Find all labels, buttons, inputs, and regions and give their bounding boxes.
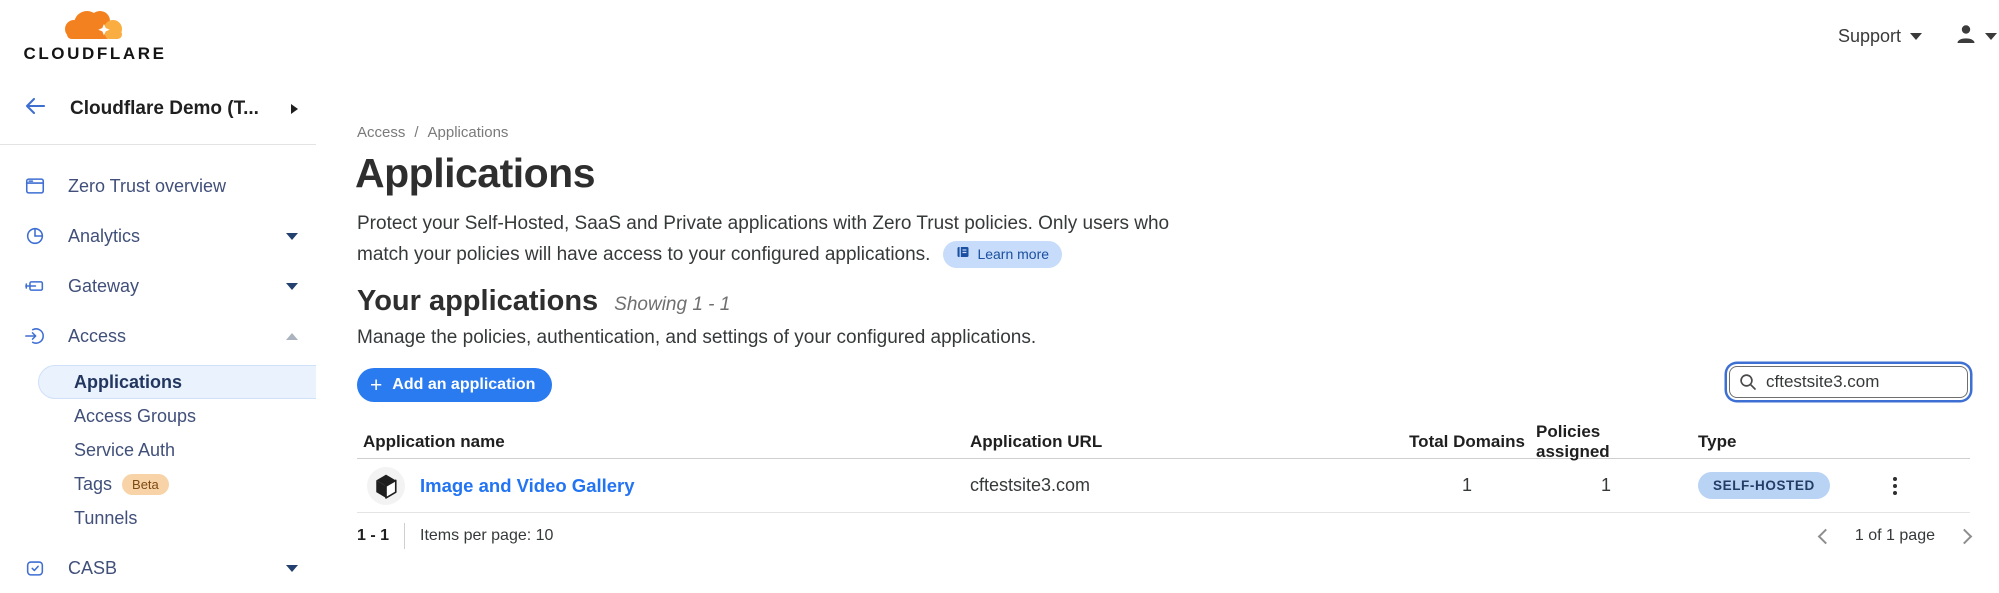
support-menu[interactable]: Support: [1838, 0, 1922, 73]
chevron-down-icon: [286, 283, 298, 290]
column-header-application-url: Application URL: [970, 425, 1102, 458]
pager: 1 of 1 page: [1820, 527, 1970, 545]
applications-table: Application name Application URL Total D…: [357, 425, 1970, 513]
sidebar-item-analytics[interactable]: Analytics: [0, 211, 316, 261]
next-page-icon[interactable]: [1957, 528, 1973, 544]
sidebar-item-applications[interactable]: Applications: [38, 365, 316, 399]
sidebar-item-service-auth[interactable]: Service Auth: [0, 433, 316, 467]
table-header-row: Application name Application URL Total D…: [357, 425, 1970, 459]
sidebar-item-tunnels[interactable]: Tunnels: [0, 501, 316, 535]
total-domains-cell: 1: [1397, 459, 1537, 512]
breadcrumb-applications[interactable]: Applications: [428, 124, 509, 141]
section-title: Your applications: [357, 285, 598, 318]
analytics-pie-icon: [24, 225, 46, 247]
subnav-item-label: Tunnels: [74, 508, 137, 529]
application-url-cell: cftestsite3.com: [970, 459, 1090, 512]
type-cell: SELF-HOSTED: [1698, 459, 1830, 512]
sidebar-item-label: Zero Trust overview: [68, 176, 316, 197]
sidebar-item-tags[interactable]: Tags Beta: [0, 467, 316, 501]
search-input[interactable]: [1729, 366, 1968, 398]
support-label: Support: [1838, 26, 1901, 47]
table-row: Image and Video Gallery cftestsite3.com …: [357, 459, 1970, 513]
breadcrumb: Access / Applications: [357, 124, 508, 141]
results-range: 1 - 1: [357, 527, 389, 545]
page-description-line2: match your policies will have access to …: [357, 239, 930, 270]
subnav-item-label: Service Auth: [74, 440, 175, 461]
cloudflare-logo[interactable]: CLOUDFLARE: [20, 7, 170, 64]
account-switcher[interactable]: Cloudflare Demo (T...: [0, 73, 316, 145]
breadcrumb-access[interactable]: Access: [357, 124, 405, 141]
account-name: Cloudflare Demo (T...: [70, 98, 268, 120]
subnav-item-label: Tags: [74, 474, 112, 495]
plus-icon: +: [370, 375, 382, 396]
column-header-total-domains: Total Domains: [1397, 425, 1537, 458]
previous-page-icon[interactable]: [1818, 528, 1834, 544]
page-indicator: 1 of 1 page: [1855, 527, 1935, 545]
learn-more-label: Learn more: [977, 239, 1049, 270]
sidebar-item-label: Access: [68, 326, 264, 347]
page-description-line1: Protect your Self-Hosted, SaaS and Priva…: [357, 208, 1169, 239]
page-title: Applications: [355, 149, 595, 197]
sidebar-item-label: Gateway: [68, 276, 264, 297]
top-header: CLOUDFLARE Support: [0, 0, 1999, 74]
sidebar-item-gateway[interactable]: Gateway: [0, 261, 316, 311]
add-application-button[interactable]: + Add an application: [357, 368, 552, 402]
access-login-icon: [24, 325, 46, 347]
kebab-menu-icon[interactable]: [1889, 473, 1901, 499]
column-header-application-name: Application name: [363, 425, 505, 458]
sidebar: Cloudflare Demo (T... Zero Trust overvie…: [0, 73, 317, 588]
sidebar-item-casb[interactable]: CASB: [0, 543, 316, 593]
table-footer: 1 - 1 Items per page: 10 1 of 1 page: [357, 511, 1970, 561]
sidebar-item-access-groups[interactable]: Access Groups: [0, 399, 316, 433]
items-per-page[interactable]: Items per page: 10: [420, 527, 553, 545]
showing-count: Showing 1 - 1: [614, 294, 730, 316]
chevron-down-icon: [1910, 33, 1922, 40]
sidebar-item-label: CASB: [68, 558, 264, 579]
user-account-menu[interactable]: [1954, 0, 1997, 73]
chevron-down-icon: [286, 233, 298, 240]
cloudflare-logo-text: CLOUDFLARE: [23, 44, 166, 64]
column-header-policies-assigned: Policies assigned: [1536, 425, 1676, 458]
overview-window-icon: [24, 175, 46, 197]
beta-badge: Beta: [122, 474, 169, 495]
user-icon: [1954, 22, 1978, 51]
casb-check-icon: [24, 557, 46, 579]
application-name-link[interactable]: Image and Video Gallery: [420, 475, 635, 497]
application-name-cell: Image and Video Gallery: [367, 459, 635, 512]
application-cube-icon: [367, 467, 405, 505]
footer-divider: [404, 523, 405, 549]
back-arrow-icon[interactable]: [23, 94, 47, 123]
subnav-item-label: Access Groups: [74, 406, 196, 427]
sidebar-item-zero-trust-overview[interactable]: Zero Trust overview: [0, 161, 316, 211]
expand-right-icon: [291, 104, 298, 114]
chevron-down-icon: [1985, 33, 1997, 40]
section-description: Manage the policies, authentication, and…: [357, 324, 1036, 352]
column-header-type: Type: [1698, 425, 1736, 458]
sidebar-item-access[interactable]: Access: [0, 311, 316, 361]
type-badge: SELF-HOSTED: [1698, 472, 1830, 499]
cloudflare-cloud-icon: [60, 7, 130, 46]
main-content: Access / Applications Applications Prote…: [316, 73, 1999, 588]
chevron-up-icon: [286, 333, 298, 340]
learn-more-button[interactable]: Learn more: [943, 241, 1062, 268]
application-url-value: cftestsite3.com: [970, 475, 1090, 496]
add-application-label: Add an application: [392, 376, 535, 394]
gateway-icon: [24, 275, 46, 297]
policies-assigned-value: 1: [1601, 475, 1611, 496]
breadcrumb-separator: /: [414, 124, 418, 141]
subnav-item-label: Applications: [74, 372, 182, 393]
search-box: [1729, 366, 1968, 398]
total-domains-value: 1: [1462, 475, 1472, 496]
row-menu-cell: [1875, 459, 1915, 512]
policies-assigned-cell: 1: [1536, 459, 1676, 512]
sidebar-item-label: Analytics: [68, 226, 264, 247]
book-icon: [956, 239, 970, 270]
sidebar-nav: Zero Trust overview Analytics: [0, 145, 316, 593]
page-description: Protect your Self-Hosted, SaaS and Priva…: [357, 208, 1169, 270]
access-subnav: Applications Access Groups Service Auth …: [0, 365, 316, 535]
chevron-down-icon: [286, 565, 298, 572]
